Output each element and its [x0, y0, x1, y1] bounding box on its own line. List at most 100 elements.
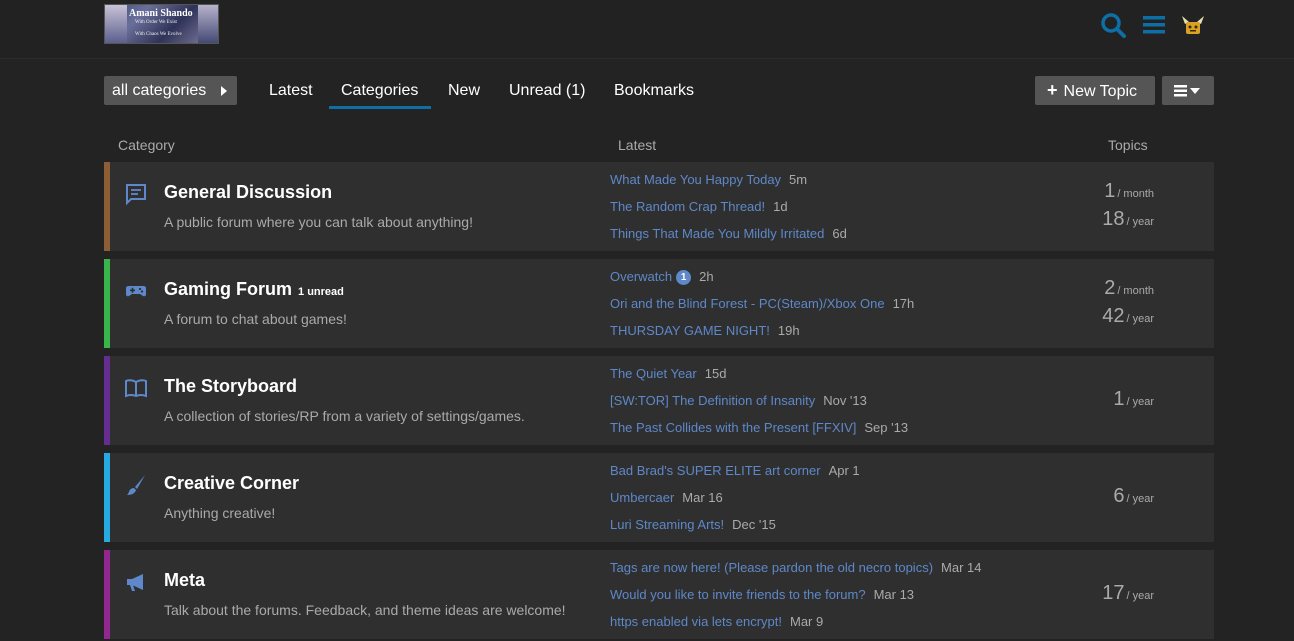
topic-age: Mar 14	[941, 560, 982, 575]
latest-topic: THURSDAY GAME NIGHT! 19h	[610, 323, 914, 350]
logo-line-1: Amani Shando	[129, 8, 193, 19]
topic-link[interactable]: Umbercaer	[610, 490, 674, 505]
sidebar-toggle-button[interactable]	[1162, 76, 1214, 105]
topic-link[interactable]: THURSDAY GAME NIGHT!	[610, 323, 770, 338]
category-dropdown-label: all categories	[112, 82, 207, 99]
topic-link[interactable]: Luri Streaming Arts!	[610, 517, 724, 532]
logo-line-2: With Order We Exist	[135, 20, 177, 25]
topic-age: Mar 9	[790, 614, 824, 629]
column-header-latest: Latest	[618, 137, 657, 153]
tab-categories[interactable]: Categories	[341, 76, 418, 105]
active-tab-underline	[329, 106, 431, 109]
topic-link[interactable]: What Made You Happy Today	[610, 172, 781, 187]
plus-icon: +	[1047, 80, 1058, 100]
topic-age: Nov '13	[823, 393, 867, 408]
stat-number: 18	[1102, 208, 1125, 230]
category-row-general-discussion[interactable]: General Discussion A public forum where …	[104, 162, 1214, 251]
tab-bookmarks[interactable]: Bookmarks	[614, 76, 694, 105]
stat-month: 2/ month	[1104, 277, 1154, 300]
list-dropdown-icon	[1174, 85, 1200, 97]
topic-age: 5m	[789, 172, 808, 187]
search-icon[interactable]	[1100, 12, 1126, 38]
latest-topic: [SW:TOR] The Definition of Insanity Nov '…	[610, 393, 908, 420]
stat-unit: / month	[1117, 285, 1154, 297]
topic-link[interactable]: The Past Collides with the Present [FFXI…	[610, 420, 856, 435]
category-title[interactable]: The Storyboard	[164, 376, 297, 397]
caret-right-icon	[221, 86, 227, 96]
stat-year: 42/ year	[1102, 305, 1154, 328]
category-row-creative-corner[interactable]: Creative Corner Anything creative! Bad B…	[104, 453, 1214, 542]
topic-link[interactable]: [SW:TOR] The Definition of Insanity	[610, 393, 815, 408]
stat-unit: / year	[1126, 590, 1154, 602]
topic-link[interactable]: Would you like to invite friends to the …	[610, 587, 866, 602]
stat-number: 6	[1113, 485, 1125, 507]
topic-link[interactable]: Tags are now here! (Please pardon the ol…	[610, 560, 933, 575]
category-description: Anything creative!	[164, 505, 276, 521]
topic-link[interactable]: Ori and the Blind Forest - PC(Steam)/Xbo…	[610, 296, 885, 311]
topic-link[interactable]: https enabled via lets encrypt!	[610, 614, 782, 629]
latest-topic: The Past Collides with the Present [FFXI…	[610, 420, 908, 447]
category-row-gaming-forum[interactable]: Gaming Forum 1 unread A forum to chat abo…	[104, 259, 1214, 348]
category-row-the-storyboard[interactable]: The Storyboard A collection of stories/R…	[104, 356, 1214, 445]
new-topic-label: New Topic	[1063, 83, 1138, 100]
category-title[interactable]: Gaming Forum 1 unread	[164, 279, 344, 300]
logo-art-right	[198, 5, 218, 43]
tab-unread[interactable]: Unread (1)	[509, 76, 585, 105]
latest-topics-list: Overwatch 1 2h Ori and the Blind Forest - …	[610, 269, 914, 350]
category-title[interactable]: Creative Corner	[164, 473, 299, 494]
topic-link[interactable]: Bad Brad's SUPER ELITE art corner	[610, 463, 821, 478]
topic-link[interactable]: The Random Crap Thread!	[610, 199, 765, 214]
user-avatar-icon[interactable]	[1180, 12, 1206, 38]
topic-link[interactable]: Overwatch	[610, 269, 672, 284]
category-title[interactable]: General Discussion	[164, 182, 332, 203]
category-description: A collection of stories/RP from a variet…	[164, 408, 525, 424]
latest-topic: Overwatch 1 2h	[610, 269, 914, 296]
stat-year: 1/ year	[1113, 388, 1154, 411]
new-topic-button[interactable]: + New Topic	[1035, 76, 1155, 105]
stat-number: 1	[1113, 388, 1125, 410]
category-color-bar	[104, 356, 110, 445]
new-posts-badge[interactable]: 1	[676, 270, 692, 285]
latest-topic: Luri Streaming Arts! Dec '15	[610, 517, 860, 544]
site-logo[interactable]: Amani Shando With Order We Exist With Ch…	[104, 4, 219, 44]
topic-age: 6d	[832, 226, 847, 241]
category-description: Talk about the forums. Feedback, and the…	[164, 602, 566, 618]
latest-topic: The Quiet Year 15d	[610, 366, 908, 393]
site-header: Amani Shando With Order We Exist With Ch…	[0, 0, 1294, 59]
gamepad-icon	[126, 286, 146, 297]
open-book-icon	[125, 379, 147, 398]
latest-topics-list: What Made You Happy Today 5m The Random C…	[610, 172, 847, 253]
hamburger-menu-icon[interactable]	[1141, 12, 1167, 38]
topic-age: 2h	[699, 269, 714, 284]
category-description: A public forum where you can talk about …	[164, 214, 473, 230]
latest-topic: Bad Brad's SUPER ELITE art corner Apr 1	[610, 463, 860, 490]
chat-bubble-icon	[126, 184, 146, 206]
latest-topics-list: Tags are now here! (Please pardon the ol…	[610, 560, 982, 641]
stat-unit: / year	[1126, 493, 1154, 505]
topic-age: Mar 13	[873, 587, 915, 602]
stat-number: 42	[1102, 305, 1125, 327]
topic-link[interactable]: Things That Made You Mildly Irritated	[610, 226, 824, 241]
tab-new[interactable]: New	[448, 76, 480, 105]
topic-age: Mar 16	[682, 490, 723, 505]
topic-link[interactable]: The Quiet Year	[610, 366, 697, 381]
category-row-meta[interactable]: Meta Talk about the forums. Feedback, an…	[104, 550, 1214, 639]
category-description: A forum to chat about games!	[164, 311, 347, 327]
category-color-bar	[104, 453, 110, 542]
stat-year: 6/ year	[1113, 485, 1154, 508]
topic-age: Sep '13	[864, 420, 909, 435]
latest-topic: Umbercaer Mar 16	[610, 490, 860, 517]
column-header-topics: Topics	[1108, 137, 1148, 153]
latest-topic: Things That Made You Mildly Irritated 6d	[610, 226, 847, 253]
topic-age: Dec '15	[732, 517, 776, 532]
topic-age: Apr 1	[828, 463, 860, 478]
topic-age: 19h	[777, 323, 800, 338]
category-title[interactable]: Meta	[164, 570, 205, 591]
category-dropdown[interactable]: all categories	[104, 76, 237, 105]
tab-latest[interactable]: Latest	[269, 76, 313, 105]
latest-topic: What Made You Happy Today 5m	[610, 172, 847, 199]
topic-age: 1d	[773, 199, 788, 214]
unread-count-badge[interactable]: 1 unread	[298, 286, 344, 298]
latest-topic: The Random Crap Thread! 1d	[610, 199, 847, 226]
stat-number: 2	[1104, 277, 1116, 299]
